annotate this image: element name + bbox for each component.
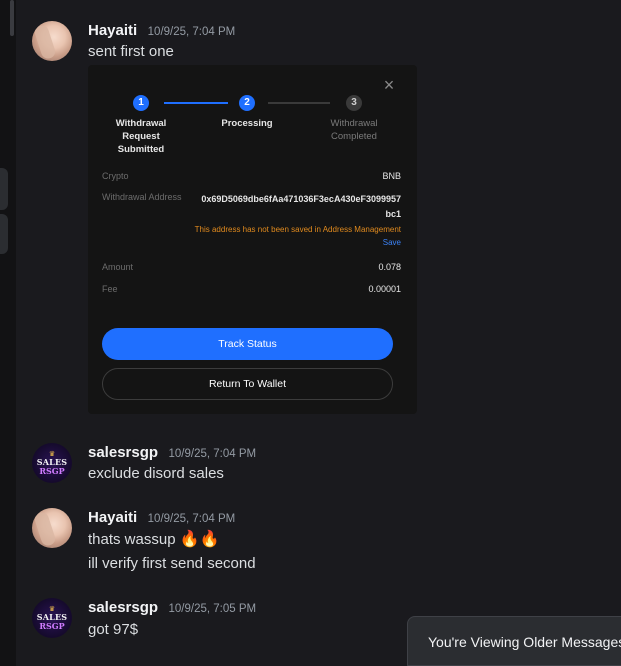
username[interactable]: Hayaiti xyxy=(88,22,137,39)
timestamp: 10/9/25, 7:04 PM xyxy=(147,26,236,38)
timestamp: 10/9/25, 7:04 PM xyxy=(147,513,236,525)
message-text: sent first one xyxy=(88,43,174,60)
avatar[interactable]: ♛ SALES RSGP xyxy=(32,598,72,638)
save-link[interactable]: Save xyxy=(383,238,401,247)
avatar[interactable] xyxy=(32,21,72,61)
step-number: 3 xyxy=(346,95,362,111)
message-header: salesrsgp 10/9/25, 7:04 PM xyxy=(88,444,256,462)
address-value: 0x69D5069dbe6fAa471036F3ecA430eF3099957b… xyxy=(201,194,401,219)
fire-emoji: 🔥🔥 xyxy=(179,531,220,548)
track-status-button[interactable]: Track Status xyxy=(102,328,393,360)
username[interactable]: salesrsgp xyxy=(88,599,158,616)
step-number: 2 xyxy=(239,95,255,111)
address-label: Withdrawal Address xyxy=(102,192,182,202)
fee-value: 0.00001 xyxy=(368,284,401,294)
username[interactable]: Hayaiti xyxy=(88,509,137,526)
message-header: Hayaiti 10/9/25, 7:04 PM xyxy=(88,22,235,40)
avatar-text: RSGP xyxy=(39,465,65,476)
return-to-wallet-button[interactable]: Return To Wallet xyxy=(102,368,393,400)
step-connector xyxy=(268,102,330,104)
message-header: salesrsgp 10/9/25, 7:05 PM xyxy=(88,599,256,617)
username[interactable]: salesrsgp xyxy=(88,444,158,461)
message-text: ill verify first send second xyxy=(88,555,256,572)
crypto-label: Crypto xyxy=(102,171,129,181)
step-label: Withdrawal Completed xyxy=(330,118,378,142)
message-text: thats wassup 🔥🔥 xyxy=(88,529,220,549)
step-connector xyxy=(164,102,228,104)
fee-label: Fee xyxy=(102,284,118,294)
message-text-content: thats wassup xyxy=(88,531,176,548)
warning-text: This address has not been saved in Addre… xyxy=(194,225,401,234)
sidebar-edge xyxy=(0,0,16,666)
timestamp: 10/9/25, 7:05 PM xyxy=(168,603,257,615)
avatar-text: RSGP xyxy=(39,620,65,631)
sidebar-item[interactable] xyxy=(0,214,8,254)
step-number: 1 xyxy=(133,95,149,111)
message-header: Hayaiti 10/9/25, 7:04 PM xyxy=(88,509,235,527)
amount-label: Amount xyxy=(102,262,134,272)
step-label: Processing xyxy=(221,118,273,129)
timestamp: 10/9/25, 7:04 PM xyxy=(168,448,257,460)
older-messages-text: You're Viewing Older Messages xyxy=(428,634,621,650)
withdrawal-stepper: 1 2 3 Withdrawal Request Submitted Proce… xyxy=(88,95,417,165)
close-icon: × xyxy=(383,75,395,95)
chat-window: Hayaiti 10/9/25, 7:04 PM sent first one … xyxy=(0,0,621,666)
avatar[interactable]: ♛ SALES RSGP xyxy=(32,443,72,483)
avatar[interactable] xyxy=(32,508,72,548)
step-label: Withdrawal Request Submitted xyxy=(115,118,167,155)
message-text: got 97$ xyxy=(88,621,139,638)
sidebar-item[interactable] xyxy=(0,168,8,210)
crypto-value: BNB xyxy=(382,171,401,181)
amount-value: 0.078 xyxy=(378,262,401,272)
image-attachment[interactable]: × 1 2 3 Withdrawal Request Submitted Pro… xyxy=(88,65,417,414)
message-text: exclude disord sales xyxy=(88,465,224,482)
scrollbar-thumb[interactable] xyxy=(10,0,14,36)
address-warning: This address has not been saved in Addre… xyxy=(181,223,401,249)
older-messages-banner[interactable]: You're Viewing Older Messages xyxy=(407,616,621,666)
